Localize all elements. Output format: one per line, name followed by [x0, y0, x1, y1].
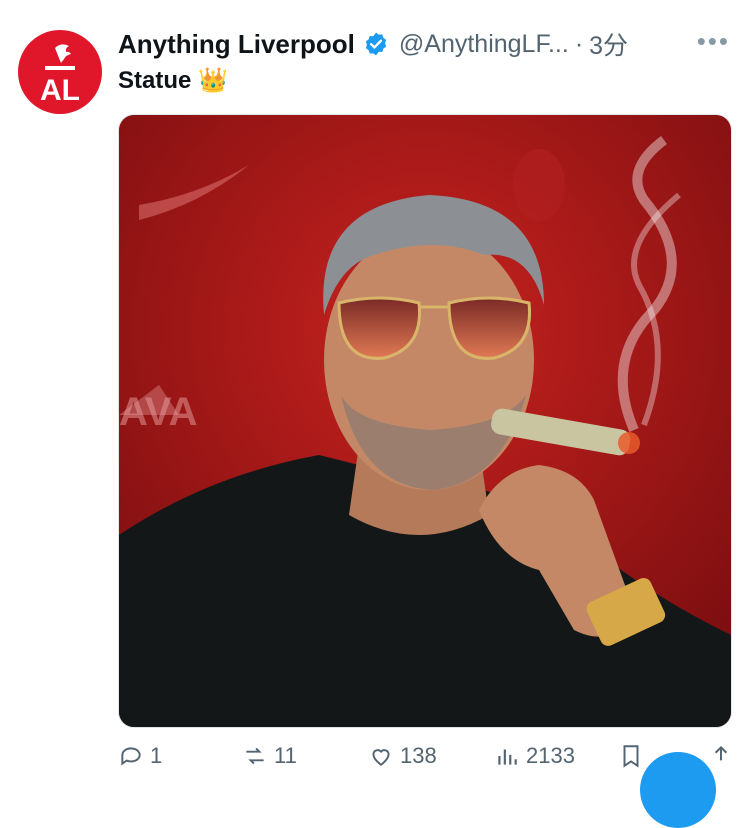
retweet-count: 11 — [274, 742, 297, 768]
tweet-image[interactable]: AVA — [118, 114, 732, 728]
avatar[interactable]: AL — [18, 30, 102, 114]
timestamp[interactable]: 3分 — [589, 26, 628, 62]
avatar-initials: AL — [40, 74, 80, 107]
reply-count: 1 — [150, 742, 163, 768]
verified-badge-icon — [365, 32, 387, 56]
tweet-header: Anything Liverpool @AnythingLF... · 3分 •… — [118, 26, 730, 62]
views-count: 2133 — [526, 742, 575, 768]
share-button[interactable] — [708, 743, 734, 769]
retweet-icon — [246, 747, 264, 764]
views-button[interactable]: 2133 — [494, 743, 575, 769]
bookmark-button[interactable] — [618, 743, 644, 769]
action-bar: 1 11 138 2133 — [118, 743, 730, 769]
compose-fab-button[interactable] — [640, 752, 716, 828]
liverbird-logo-icon: AL — [40, 44, 80, 107]
svg-text:AVA: AVA — [119, 390, 198, 434]
author-handle[interactable]: @AnythingLF... — [399, 30, 569, 59]
reply-button[interactable]: 1 — [118, 743, 162, 769]
separator-dot: · — [574, 29, 584, 58]
reply-icon — [121, 746, 141, 765]
more-options-icon[interactable]: ••• — [697, 26, 730, 57]
like-button[interactable]: 138 — [368, 743, 437, 769]
bookmark-icon — [623, 744, 639, 768]
author-name[interactable]: Anything Liverpool — [118, 29, 355, 60]
share-icon — [714, 745, 728, 760]
tweet-text: Statue 👑 — [118, 67, 228, 94]
retweet-button[interactable]: 11 — [242, 743, 297, 769]
like-count: 138 — [400, 742, 437, 768]
views-chart-icon — [498, 749, 517, 765]
heart-icon — [372, 748, 390, 766]
portrait-image: AVA — [119, 115, 731, 727]
